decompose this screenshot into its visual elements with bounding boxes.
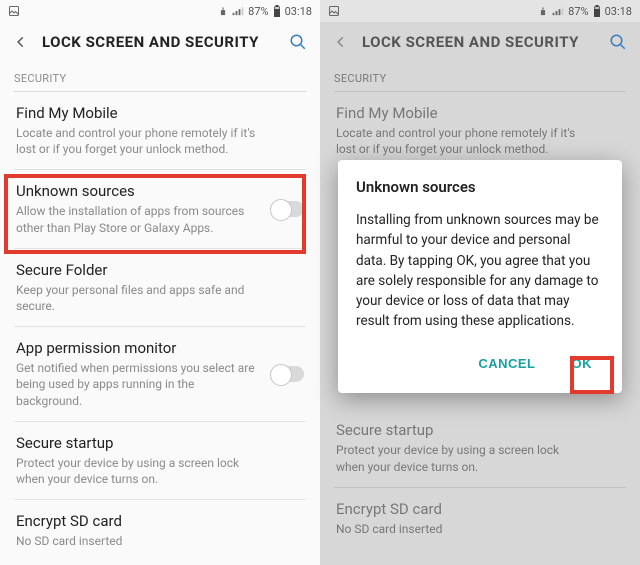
section-label: SECURITY bbox=[0, 66, 320, 89]
toggle-unknown-sources[interactable] bbox=[270, 201, 304, 217]
dialog-unknown-sources: Unknown sources Installing from unknown … bbox=[338, 160, 622, 393]
back-icon[interactable] bbox=[12, 33, 30, 51]
settings-screen-right: 87% 03:18 LOCK SCREEN AND SECURITY SECUR… bbox=[320, 0, 640, 565]
item-subtitle: Protect your device by using a screen lo… bbox=[336, 442, 624, 474]
item-title: Unknown sources bbox=[16, 182, 304, 200]
clock: 03:18 bbox=[605, 5, 632, 18]
item-subtitle: Locate and control your phone remotely i… bbox=[16, 125, 304, 157]
item-find-my-mobile: Find My Mobile Locate and control your p… bbox=[320, 92, 640, 169]
item-secure-startup: Secure startup Protect your device by us… bbox=[320, 409, 640, 486]
item-title: Find My Mobile bbox=[16, 104, 304, 122]
dialog-title: Unknown sources bbox=[356, 178, 604, 196]
battery-icon bbox=[593, 5, 601, 17]
item-subtitle: No SD card inserted bbox=[16, 533, 304, 549]
item-subtitle: Keep your personal files and apps safe a… bbox=[16, 282, 304, 314]
battery-percent: 87% bbox=[248, 5, 268, 18]
item-title: Find My Mobile bbox=[336, 104, 624, 122]
item-title: Encrypt SD card bbox=[16, 512, 304, 530]
ok-button[interactable]: OK bbox=[566, 350, 599, 377]
image-icon bbox=[8, 5, 20, 17]
battery-percent: 87% bbox=[568, 5, 588, 18]
item-secure-startup[interactable]: Secure startup Protect your device by us… bbox=[0, 422, 320, 499]
app-header: LOCK SCREEN AND SECURITY bbox=[320, 22, 640, 66]
app-header: LOCK SCREEN AND SECURITY bbox=[0, 22, 320, 66]
battery-icon bbox=[273, 5, 281, 17]
dialog-actions: CANCEL OK bbox=[356, 346, 604, 383]
back-icon[interactable] bbox=[332, 33, 350, 51]
page-title: LOCK SCREEN AND SECURITY bbox=[42, 33, 288, 51]
section-label: SECURITY bbox=[320, 66, 640, 89]
battery-saver-icon bbox=[538, 5, 548, 17]
status-bar: 87% 03:18 bbox=[320, 0, 640, 22]
signal-icon bbox=[232, 6, 244, 16]
page-title: LOCK SCREEN AND SECURITY bbox=[362, 33, 608, 51]
item-subtitle: Allow the installation of apps from sour… bbox=[16, 203, 304, 235]
clock: 03:18 bbox=[285, 5, 312, 18]
image-icon bbox=[328, 5, 340, 17]
item-title: Secure startup bbox=[336, 421, 624, 439]
signal-icon bbox=[552, 6, 564, 16]
item-encrypt-sd[interactable]: Encrypt SD card No SD card inserted bbox=[0, 500, 320, 561]
item-title: Secure Folder bbox=[16, 261, 304, 279]
item-secure-folder[interactable]: Secure Folder Keep your personal files a… bbox=[0, 249, 320, 326]
status-bar: 87% 03:18 bbox=[0, 0, 320, 22]
toggle-app-permission[interactable] bbox=[270, 366, 304, 382]
dialog-body: Installing from unknown sources may be h… bbox=[356, 210, 604, 332]
item-subtitle: Locate and control your phone remotely i… bbox=[336, 125, 624, 157]
search-icon[interactable] bbox=[608, 32, 628, 52]
item-encrypt-sd: Encrypt SD card No SD card inserted bbox=[320, 488, 640, 549]
item-app-permission-monitor[interactable]: App permission monitor Get notified when… bbox=[0, 327, 320, 421]
battery-saver-icon bbox=[218, 5, 228, 17]
item-subtitle: Protect your device by using a screen lo… bbox=[16, 455, 304, 487]
item-find-my-mobile[interactable]: Find My Mobile Locate and control your p… bbox=[0, 92, 320, 169]
item-subtitle: Get notified when permissions you select… bbox=[16, 360, 304, 409]
item-subtitle: No SD card inserted bbox=[336, 521, 624, 537]
item-unknown-sources[interactable]: Unknown sources Allow the installation o… bbox=[0, 170, 320, 247]
cancel-button[interactable]: CANCEL bbox=[472, 350, 541, 377]
item-title: Encrypt SD card bbox=[336, 500, 624, 518]
item-title: Secure startup bbox=[16, 434, 304, 452]
search-icon[interactable] bbox=[288, 32, 308, 52]
settings-screen-left: 87% 03:18 LOCK SCREEN AND SECURITY SECUR… bbox=[0, 0, 320, 565]
item-title: App permission monitor bbox=[16, 339, 304, 357]
